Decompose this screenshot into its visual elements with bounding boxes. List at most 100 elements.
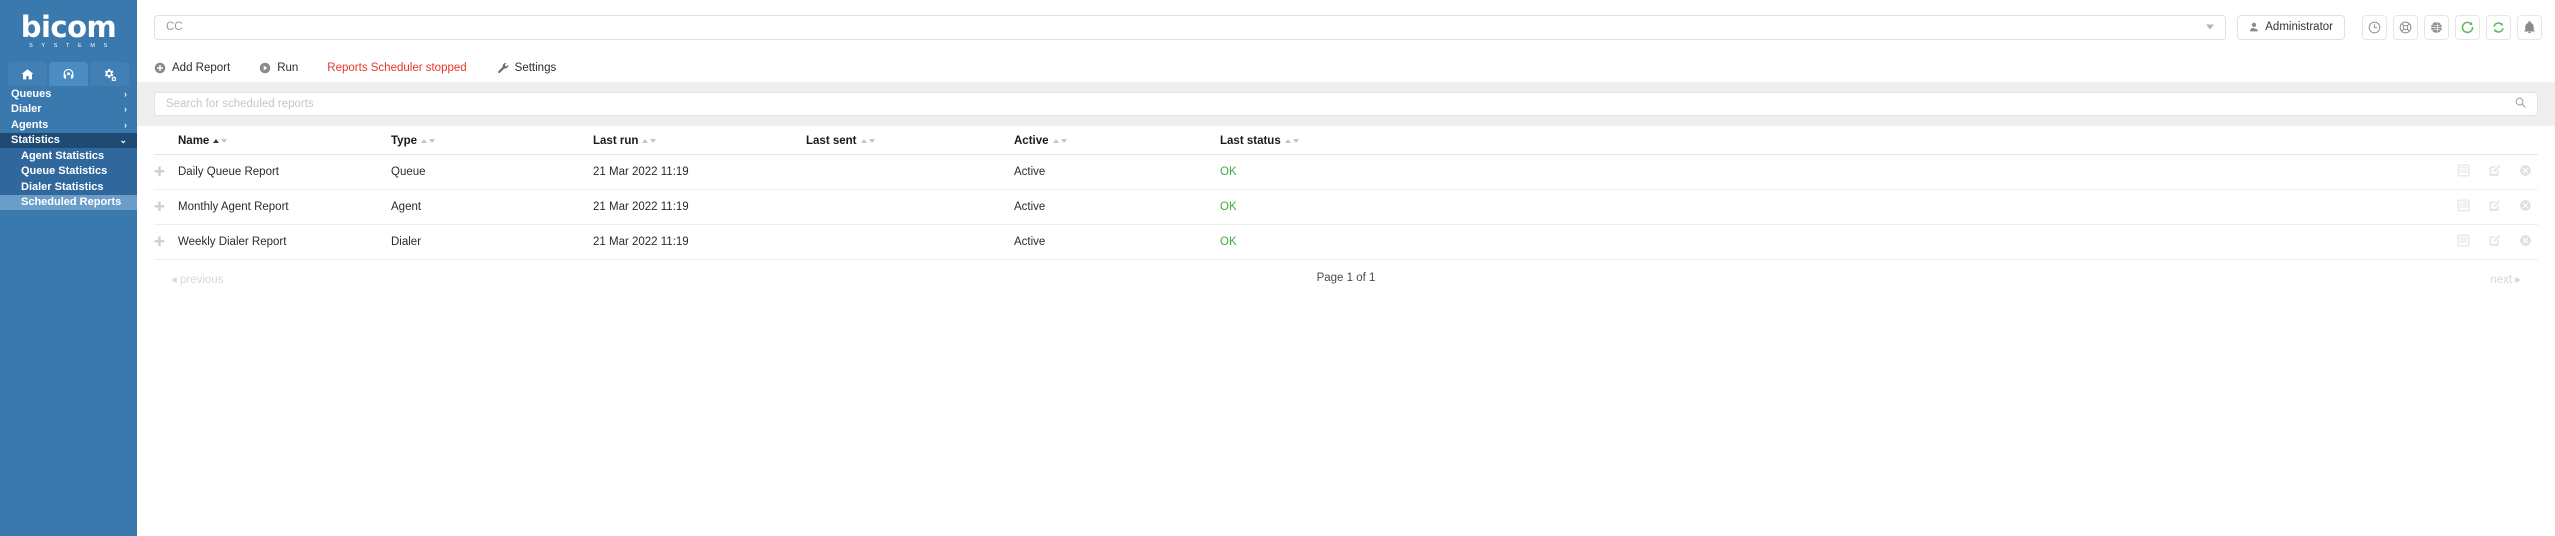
sidebar-subitem-label: Dialer Statistics bbox=[21, 180, 104, 193]
cell-name: Monthly Agent Report bbox=[178, 189, 391, 225]
view-report-icon[interactable] bbox=[2457, 164, 2470, 177]
sort-arrows[interactable] bbox=[642, 139, 657, 143]
sort-desc-icon[interactable] bbox=[429, 139, 435, 143]
settings-label: Settings bbox=[514, 62, 557, 74]
cell-last-status: OK bbox=[1220, 224, 2378, 260]
sort-desc-icon[interactable] bbox=[868, 139, 875, 143]
sidebar-item-agents[interactable]: Agents › bbox=[0, 117, 137, 133]
sidebar-item-statistics[interactable]: Statistics ⌄ bbox=[0, 132, 137, 148]
sort-arrows[interactable] bbox=[213, 139, 228, 143]
table-row[interactable]: ✚ Monthly Agent Report Agent 21 Mar 2022… bbox=[154, 189, 2538, 225]
cell-last-sent bbox=[806, 154, 1014, 190]
cc-select[interactable]: CC bbox=[154, 14, 2227, 40]
cell-last-run: 21 Mar 2022 11:19 bbox=[593, 224, 806, 260]
table-body: ✚ Daily Queue Report Queue 21 Mar 2022 1… bbox=[154, 154, 2538, 260]
search-band: Search for scheduled reports bbox=[137, 82, 2555, 126]
sidebar-item-scheduled-reports[interactable]: Scheduled Reports bbox=[0, 194, 137, 210]
support-button[interactable] bbox=[2393, 14, 2418, 40]
cell-type: Dialer bbox=[391, 224, 593, 260]
cogs-icon bbox=[104, 68, 116, 81]
main-content: CC Administrator Add Report Run Reports … bbox=[137, 0, 2555, 536]
topbar: CC Administrator bbox=[137, 0, 2555, 54]
th-actions bbox=[2378, 126, 2538, 155]
table-row[interactable]: ✚ Daily Queue Report Queue 21 Mar 2022 1… bbox=[154, 154, 2538, 190]
th-last-sent-label: Last sent bbox=[806, 135, 857, 147]
edit-report-icon[interactable] bbox=[2488, 234, 2501, 247]
sort-asc-icon[interactable] bbox=[642, 139, 649, 143]
drag-handle-icon[interactable]: ✚ bbox=[154, 234, 165, 249]
cell-active: Active bbox=[1014, 154, 1220, 190]
search-icon[interactable] bbox=[2515, 95, 2526, 113]
contact-center-tab[interactable] bbox=[49, 62, 88, 86]
settings-button[interactable]: Settings bbox=[497, 62, 557, 74]
th-last-sent[interactable]: Last sent bbox=[806, 126, 1014, 155]
sync-button[interactable] bbox=[2486, 14, 2511, 40]
sidebar-item-label: Dialer bbox=[11, 103, 42, 116]
sort-asc-icon[interactable] bbox=[421, 139, 427, 143]
delete-report-icon[interactable] bbox=[2519, 199, 2532, 212]
sidebar-item-queue-statistics[interactable]: Queue Statistics bbox=[0, 163, 137, 179]
sidebar-item-queues[interactable]: Queues › bbox=[0, 86, 137, 102]
th-type-label: Type bbox=[391, 135, 417, 147]
sidebar-item-agent-statistics[interactable]: Agent Statistics bbox=[0, 148, 137, 164]
clock-icon bbox=[2368, 21, 2381, 33]
th-type[interactable]: Type bbox=[391, 126, 593, 155]
delete-report-icon[interactable] bbox=[2519, 234, 2532, 247]
previous-page-link[interactable]: ◂ previous bbox=[171, 272, 223, 286]
cell-active: Active bbox=[1014, 224, 1220, 260]
th-last-status[interactable]: Last status bbox=[1220, 126, 2378, 155]
next-page-link[interactable]: next ▸ bbox=[2490, 272, 2521, 286]
edit-report-icon[interactable] bbox=[2488, 164, 2501, 177]
view-report-icon[interactable] bbox=[2457, 199, 2470, 212]
th-last-run[interactable]: Last run bbox=[593, 126, 806, 155]
sort-asc-icon[interactable] bbox=[1052, 139, 1059, 143]
add-report-button[interactable]: Add Report bbox=[154, 62, 230, 74]
view-report-icon[interactable] bbox=[2457, 234, 2470, 247]
app-root: bicom S Y S T E M S Queues › Dialer › Ag… bbox=[0, 0, 2555, 536]
sort-arrows[interactable] bbox=[421, 139, 435, 143]
brand-name: bicom bbox=[20, 9, 117, 44]
th-name[interactable]: Name bbox=[178, 126, 391, 155]
drag-handle-icon[interactable]: ✚ bbox=[154, 199, 165, 214]
headset-icon bbox=[63, 68, 74, 79]
sort-arrows[interactable] bbox=[1052, 139, 1067, 143]
run-button[interactable]: Run bbox=[259, 62, 298, 74]
sidebar-subitem-label: Queue Statistics bbox=[21, 165, 108, 178]
chevron-down-icon: ⌄ bbox=[119, 134, 127, 145]
chevron-right-icon: › bbox=[124, 88, 127, 99]
row-drag-handle-cell: ✚ bbox=[154, 189, 178, 225]
sort-desc-icon[interactable] bbox=[1292, 139, 1299, 143]
th-handle bbox=[154, 126, 178, 155]
refresh-icon bbox=[2461, 21, 2474, 33]
wrench-icon bbox=[497, 63, 508, 74]
clock-button[interactable] bbox=[2362, 14, 2387, 40]
delete-report-icon[interactable] bbox=[2519, 164, 2532, 177]
sort-arrows[interactable] bbox=[860, 139, 875, 143]
refresh-button[interactable] bbox=[2455, 14, 2480, 40]
notifications-button[interactable] bbox=[2517, 14, 2542, 40]
cell-actions bbox=[2378, 154, 2538, 190]
sidebar-subitem-label: Scheduled Reports bbox=[21, 196, 122, 209]
sort-desc-icon[interactable] bbox=[221, 139, 228, 143]
home-tab[interactable] bbox=[8, 62, 47, 86]
globe-button[interactable] bbox=[2424, 14, 2449, 40]
cell-last-sent bbox=[806, 224, 1014, 260]
sidebar-item-dialer[interactable]: Dialer › bbox=[0, 102, 137, 118]
page-info: Page 1 of 1 bbox=[1316, 272, 1376, 284]
sort-desc-icon[interactable] bbox=[650, 139, 657, 143]
sort-asc-icon[interactable] bbox=[213, 139, 220, 143]
sort-asc-icon[interactable] bbox=[860, 139, 867, 143]
edit-report-icon[interactable] bbox=[2488, 199, 2501, 212]
sort-asc-icon[interactable] bbox=[1284, 139, 1291, 143]
admin-button[interactable]: Administrator bbox=[2237, 14, 2345, 40]
table-row[interactable]: ✚ Weekly Dialer Report Dialer 21 Mar 202… bbox=[154, 224, 2538, 260]
sort-arrows[interactable] bbox=[1284, 139, 1299, 143]
settings-tab[interactable] bbox=[90, 62, 129, 86]
sidebar-item-dialer-statistics[interactable]: Dialer Statistics bbox=[0, 179, 137, 195]
drag-handle-icon[interactable]: ✚ bbox=[154, 164, 165, 179]
topbar-icon-group bbox=[2362, 14, 2542, 40]
th-active[interactable]: Active bbox=[1014, 126, 1220, 155]
cell-last-status: OK bbox=[1220, 154, 2378, 190]
search-input[interactable]: Search for scheduled reports bbox=[154, 92, 2538, 116]
sort-desc-icon[interactable] bbox=[1060, 139, 1067, 143]
